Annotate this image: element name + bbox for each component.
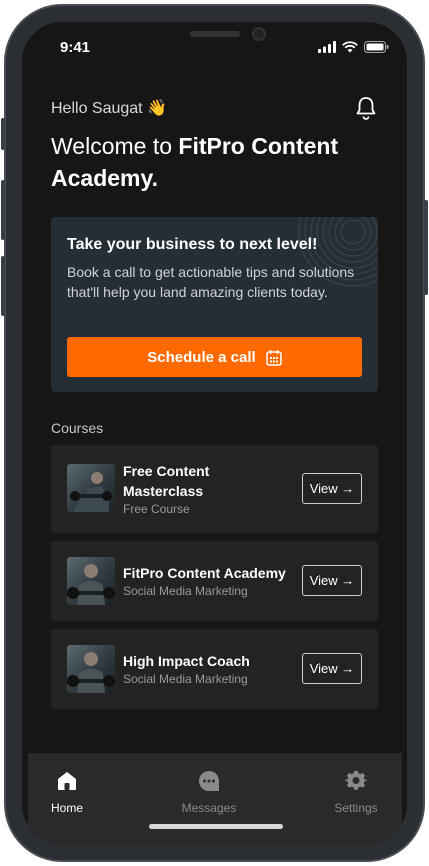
chat-icon [199,771,219,791]
promo-title: Take your business to next level! [67,236,318,253]
tab-home[interactable]: Home [27,769,107,815]
volume-up-button [1,180,5,240]
home-indicator [149,824,283,829]
silent-switch [1,118,5,150]
course-title: FitPro Content Academy [123,565,286,581]
power-button [424,200,428,295]
volume-down-button [1,256,5,316]
promo-text: Book a call to get actionable tips and s… [67,264,355,300]
status-bar: 9:41 [22,22,407,72]
promo-card: Take your business to next level! Book a… [51,217,378,392]
wifi-icon [342,41,358,53]
front-camera [252,27,266,41]
welcome-heading: Welcome to FitPro Content Academy. [51,130,371,194]
schedule-call-button[interactable]: Schedule a call [67,337,362,377]
tab-messages[interactable]: Messages [169,769,249,815]
athlete-image-icon [70,472,112,512]
coach-image-icon [67,564,115,605]
course-card[interactable]: Free Content Masterclass Free Course Vie… [51,445,378,533]
course-thumbnail [67,464,115,512]
course-subtitle: Social Media Marketing [123,672,248,686]
tab-settings-label: Settings [334,801,378,815]
course-title: High Impact Coach [123,653,250,669]
schedule-call-label: Schedule a call [147,348,256,366]
status-time: 9:41 [60,39,91,56]
greeting: Hello Saugat 👋 [51,100,167,117]
signal-icon [318,41,336,53]
course-thumbnail [67,557,115,605]
course-title: Free Content Masterclass [123,463,210,499]
screen: 9:41 Hello Saugat 👋 Welcome to FitPro Co… [22,22,407,844]
speaker-grille [190,31,240,37]
calendar-icon [265,349,282,366]
view-course-button[interactable]: View → [302,473,362,504]
bottom-tab-bar: Home Messages Settings [28,753,402,844]
notification-bell-icon[interactable] [355,96,377,120]
battery-icon [364,41,389,53]
course-subtitle: Social Media Marketing [123,584,248,598]
coach-image-icon [67,652,115,693]
course-thumbnail [67,645,115,693]
tab-home-label: Home [50,801,83,815]
course-subtitle: Free Course [123,502,190,516]
course-card[interactable]: High Impact Coach Social Media Marketing… [51,629,378,709]
tab-messages-label: Messages [181,801,237,815]
view-course-button[interactable]: View → [302,653,362,684]
tab-settings[interactable]: Settings [316,769,396,815]
status-icons [318,41,389,53]
course-card[interactable]: FitPro Content Academy Social Media Mark… [51,541,378,621]
welcome-prefix: Welcome to [51,133,179,159]
home-icon [58,772,76,790]
courses-section-title: Courses [51,420,104,436]
view-course-button[interactable]: View → [302,565,362,596]
gear-icon [344,770,367,790]
